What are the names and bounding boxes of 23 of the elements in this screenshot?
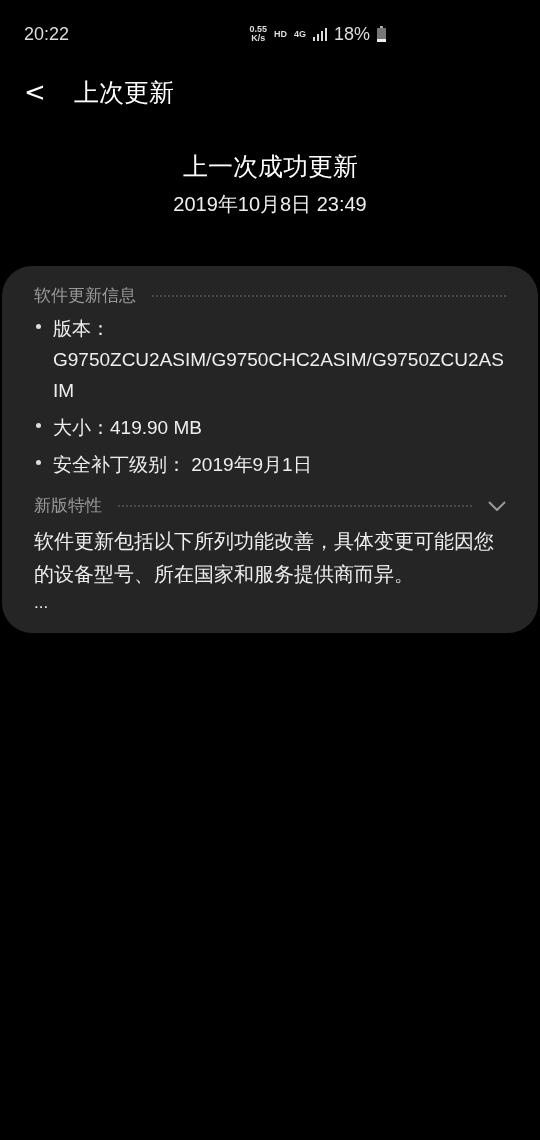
signal-icon <box>312 27 327 41</box>
section-title: 软件更新信息 <box>34 285 136 307</box>
more-text: ... <box>34 593 50 613</box>
update-date: 2019年10月8日 23:49 <box>173 192 367 217</box>
hd-indicator: HD <box>273 29 287 39</box>
info-item: 安全补丁级别： 2019年9月1日 <box>53 453 312 477</box>
info-item: 大小：419.90 MB <box>53 416 202 440</box>
network-type: 4G <box>293 29 306 39</box>
update-status-title: 上一次成功更新 <box>182 151 358 182</box>
status-time: 20:22 <box>24 23 70 45</box>
battery-percent: 18% <box>333 23 370 45</box>
network-speed: 0.55 <box>249 25 267 34</box>
network-speed-unit: K/s <box>251 34 266 43</box>
battery-icon <box>377 26 386 42</box>
info-item: 版本：G9750ZCU2ASIM/G9750CHC2ASIM/G9750ZCU2ASIM <box>53 317 505 403</box>
features-description: 软件更新包括以下所列功能改善，具体变更可能因您的设备型号、所在国家和服务提供商而异。 <box>34 529 495 587</box>
section-title: 新版特性 <box>34 495 102 517</box>
back-button[interactable]: < <box>24 79 46 105</box>
bullet-icon <box>36 460 41 465</box>
bullet-icon <box>36 324 41 329</box>
page-title: 上次更新 <box>73 76 174 108</box>
chevron-down-icon[interactable] <box>488 500 506 511</box>
bullet-icon <box>36 423 41 428</box>
